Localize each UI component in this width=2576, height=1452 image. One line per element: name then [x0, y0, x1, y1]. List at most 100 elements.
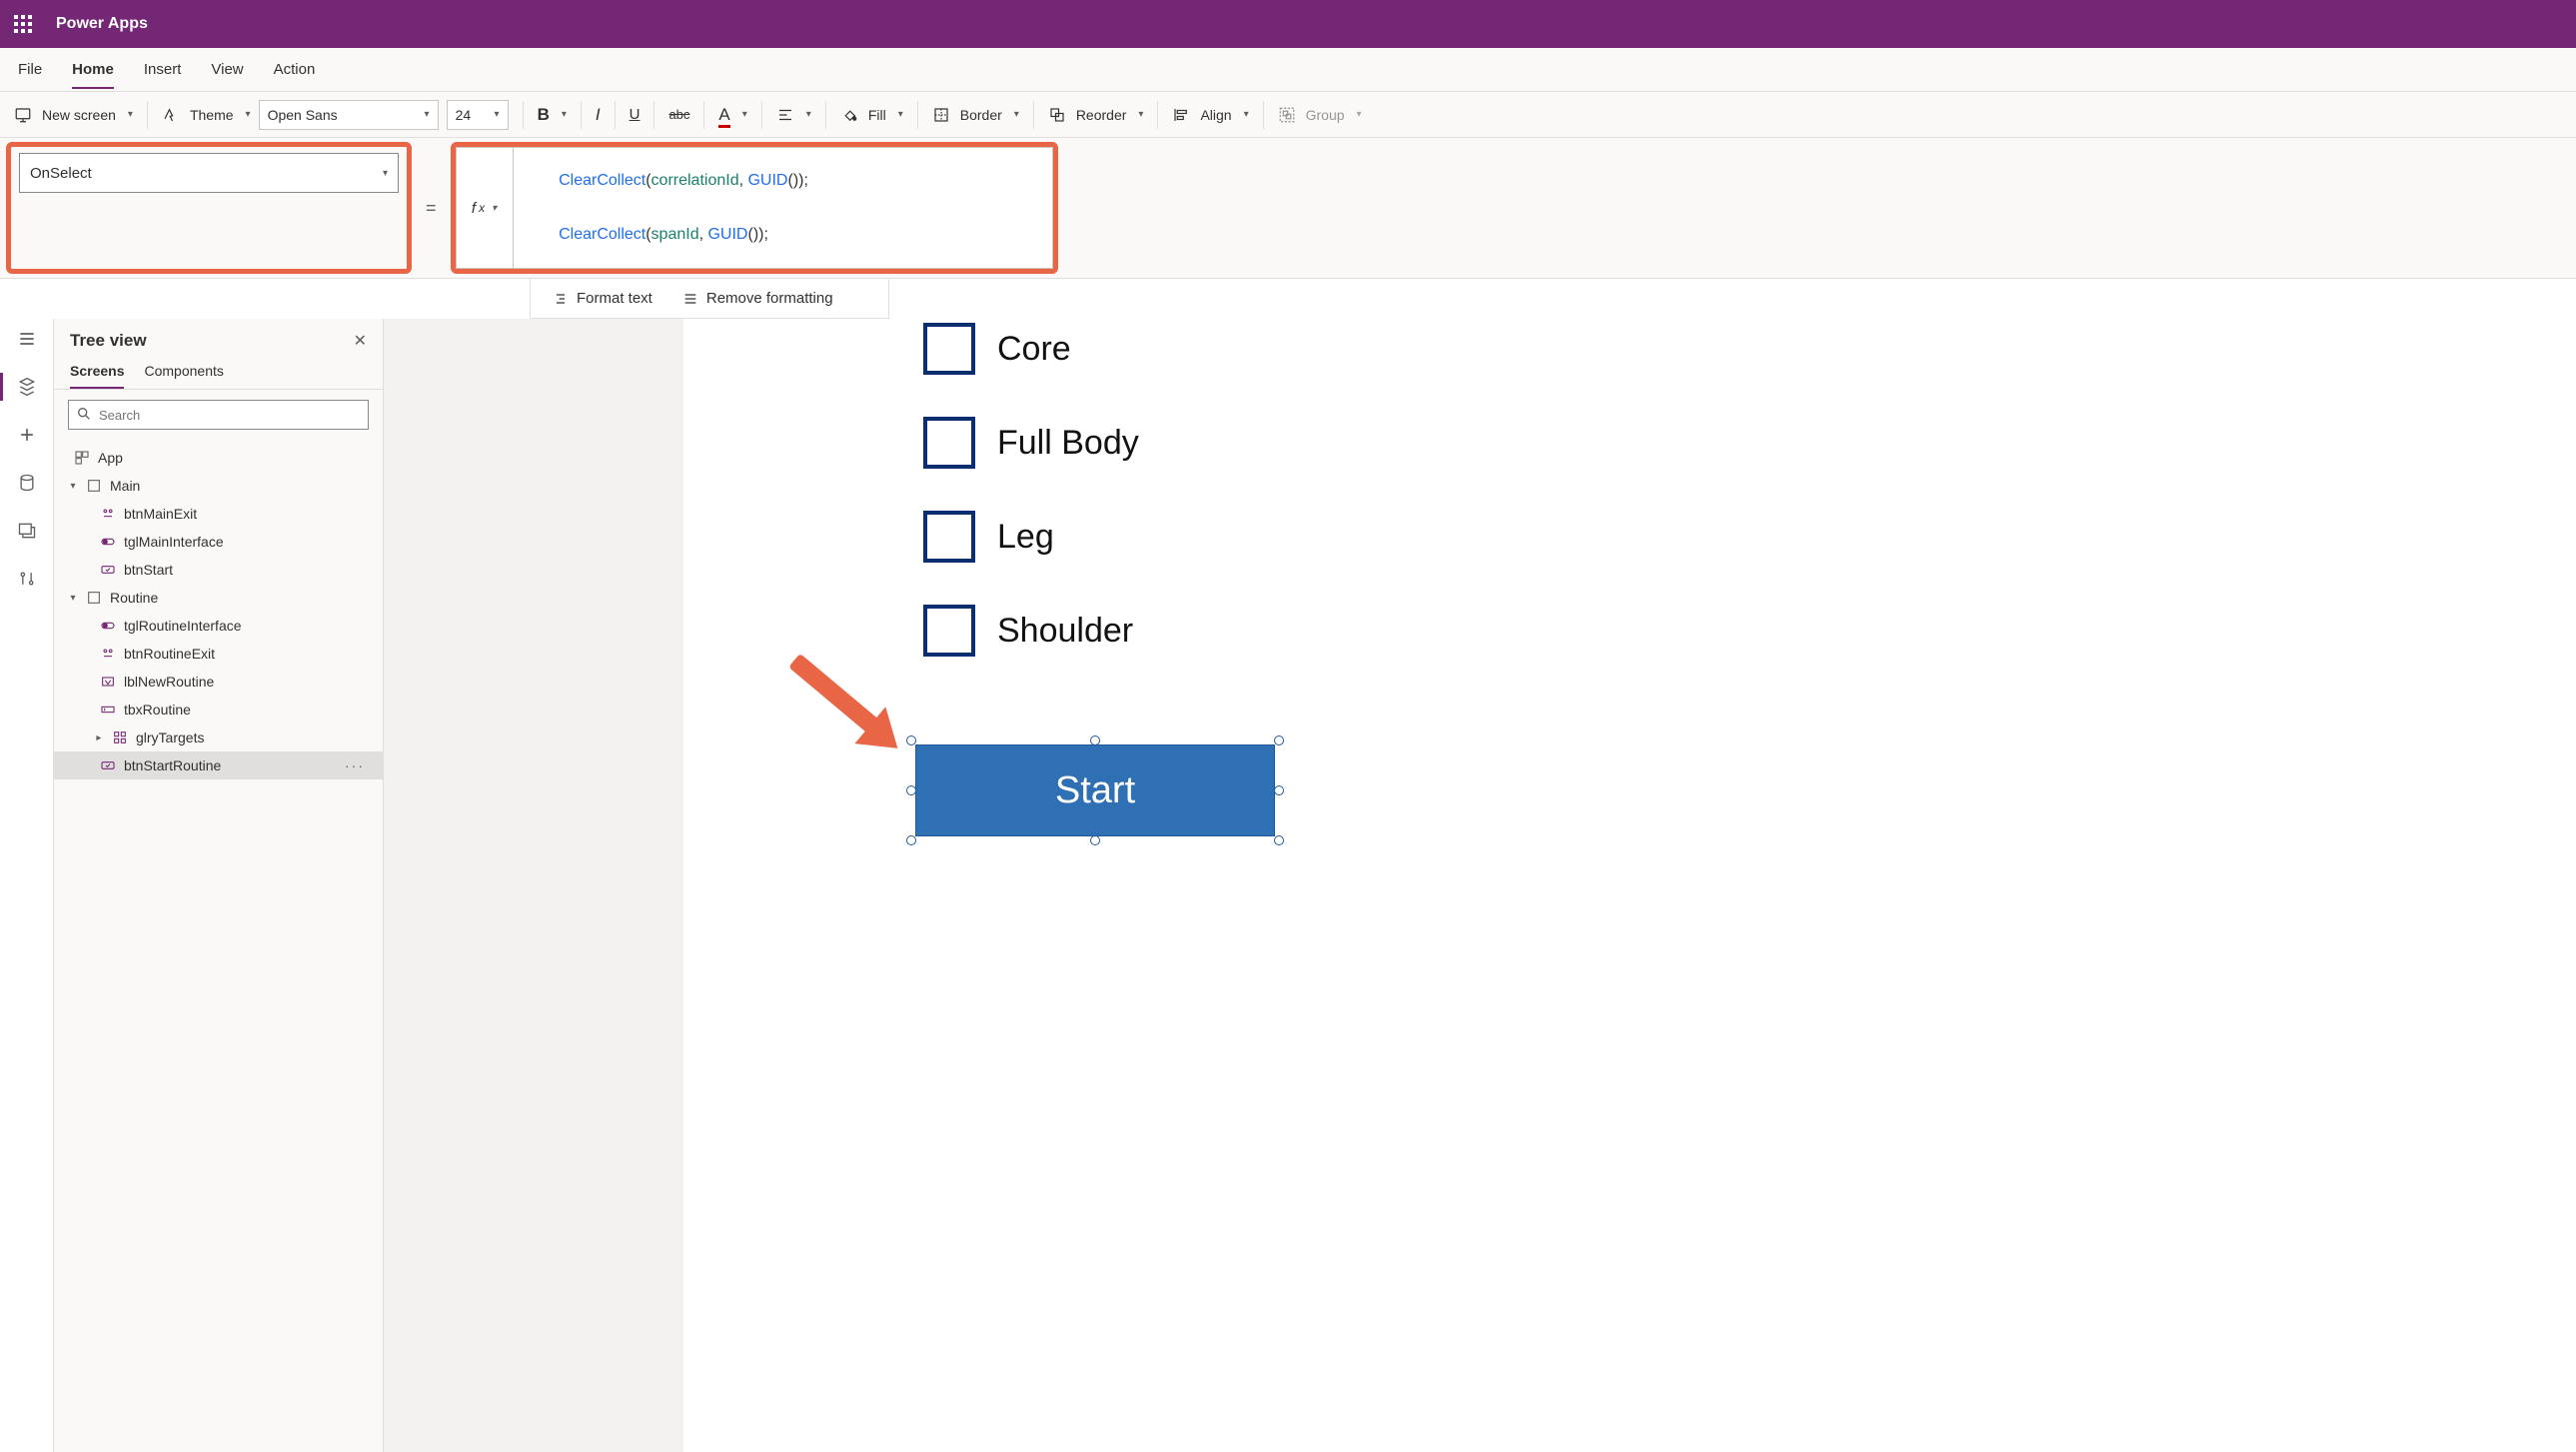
tree-node[interactable]: lblNewRoutine	[54, 668, 383, 696]
highlight-formula: fx▾ ClearCollect(correlationId, GUID());…	[451, 142, 1058, 274]
theme-button[interactable]: Theme ▾	[162, 106, 251, 124]
chevron-down-icon: ▾	[68, 593, 78, 604]
app-icon	[74, 450, 90, 466]
tree-node[interactable]: tbxRoutine	[54, 696, 383, 724]
close-icon[interactable]: ✕	[354, 331, 367, 351]
search-icon	[76, 406, 92, 425]
underline-button[interactable]: U	[630, 106, 641, 123]
start-button-selection[interactable]: Start	[915, 744, 1275, 836]
format-text-button[interactable]: Format text	[553, 290, 652, 307]
label-icon	[100, 674, 116, 690]
border-button[interactable]: Border▾	[932, 106, 1019, 124]
tree-node[interactable]: ▾ glryTargets	[54, 724, 383, 751]
toggle-icon	[100, 534, 116, 550]
tree-node-app[interactable]: App	[54, 444, 383, 472]
waffle-icon[interactable]	[14, 15, 32, 33]
tree-node-screen-routine[interactable]: ▾ Routine	[54, 584, 383, 612]
align-button[interactable]: Align▾	[1172, 106, 1248, 124]
new-screen-button[interactable]: New screen ▾	[14, 106, 133, 124]
annotation-arrow	[788, 654, 884, 737]
border-icon	[932, 106, 950, 124]
equals-label: =	[418, 138, 445, 278]
tree-view-title: Tree view	[70, 331, 147, 351]
chevron-down-icon: ▾	[246, 109, 251, 120]
formula-format-bar: Format text Remove formatting	[530, 279, 889, 319]
button-icon	[100, 757, 116, 773]
screen-icon	[86, 590, 102, 606]
align-icon	[776, 106, 794, 124]
chevron-down-icon: ▾	[425, 109, 430, 120]
menubar: File Home Insert View Action	[0, 48, 2576, 92]
selection-handles[interactable]	[911, 740, 1279, 840]
gallery-icon	[112, 729, 128, 745]
property-selector[interactable]: OnSelect ▾	[19, 153, 399, 193]
tree-list: App ▾ Main btnMainExit tglMainInterface …	[54, 440, 383, 1452]
menu-home[interactable]: Home	[72, 61, 114, 78]
checkbox-icon[interactable]	[923, 323, 975, 375]
titlebar: Power Apps	[0, 0, 2576, 48]
more-icon[interactable]: ···	[345, 757, 373, 773]
menu-insert[interactable]: Insert	[144, 61, 182, 78]
strike-button[interactable]: abc	[668, 107, 689, 122]
tab-components[interactable]: Components	[144, 355, 223, 389]
app-title: Power Apps	[56, 15, 148, 33]
formula-editor[interactable]: ClearCollect(correlationId, GUID()); Cle…	[514, 147, 1053, 269]
rail-tree-view[interactable]	[17, 377, 37, 397]
tree-node[interactable]: tglMainInterface	[54, 528, 383, 556]
checkbox-full-body[interactable]: Full Body	[923, 417, 1139, 469]
checkbox-icon[interactable]	[923, 417, 975, 469]
align-objects-icon	[1172, 106, 1190, 124]
group-button[interactable]: Group▾	[1278, 106, 1362, 124]
highlight-property: OnSelect ▾	[6, 142, 412, 274]
rail-hamburger[interactable]	[17, 329, 37, 349]
checkbox-icon[interactable]	[923, 605, 975, 657]
theme-icon	[162, 106, 180, 124]
font-size-select[interactable]: 24 ▾	[447, 100, 509, 130]
group-icon	[1278, 106, 1296, 124]
chevron-down-icon: ▾	[128, 109, 133, 120]
tree-search-input[interactable]	[68, 400, 369, 430]
component-icon	[100, 506, 116, 522]
rail-advanced[interactable]	[17, 569, 37, 589]
screen-icon	[14, 106, 32, 124]
rail-media[interactable]	[17, 521, 37, 541]
workspace: Tree view ✕ Screens Components App ▾	[0, 319, 2576, 1452]
checkbox-shoulder[interactable]: Shoulder	[923, 605, 1139, 657]
tree-node-screen-main[interactable]: ▾ Main	[54, 472, 383, 500]
menu-file[interactable]: File	[18, 61, 42, 78]
reorder-button[interactable]: Reorder▾	[1048, 106, 1144, 124]
canvas[interactable]: Core Full Body Leg Shoulder Start	[683, 319, 2576, 1452]
menu-view[interactable]: View	[211, 61, 243, 78]
italic-button[interactable]: I	[596, 105, 601, 125]
fill-button[interactable]: Fill▾	[840, 106, 903, 124]
tree-node-selected[interactable]: btnStartRoutine ···	[54, 751, 383, 779]
tree-node[interactable]: btnStart	[54, 556, 383, 584]
tab-screens[interactable]: Screens	[70, 355, 124, 389]
checkbox-core[interactable]: Core	[923, 323, 1139, 375]
font-color-icon: A	[718, 105, 729, 125]
checkbox-icon[interactable]	[923, 511, 975, 563]
reorder-icon	[1048, 106, 1066, 124]
fx-button[interactable]: fx▾	[456, 147, 514, 269]
font-select[interactable]: Open Sans ▾	[259, 100, 439, 130]
align-text-button[interactable]: ▾	[776, 106, 811, 124]
chevron-down-icon: ▾	[383, 168, 388, 179]
checkbox-leg[interactable]: Leg	[923, 511, 1139, 563]
font-color-button[interactable]: A ▾	[718, 105, 746, 125]
tree-node[interactable]: tglRoutineInterface	[54, 612, 383, 640]
left-rail	[0, 319, 54, 1452]
menu-action[interactable]: Action	[274, 61, 316, 78]
rail-insert[interactable]	[17, 425, 37, 445]
screen-icon	[86, 478, 102, 494]
formula-bar: OnSelect ▾ = fx▾ ClearCollect(correlatio…	[0, 138, 2576, 279]
fill-icon	[840, 106, 858, 124]
canvas-area: Core Full Body Leg Shoulder Start	[384, 319, 2576, 1452]
toggle-icon	[100, 618, 116, 634]
tree-view-pane: Tree view ✕ Screens Components App ▾	[54, 319, 384, 1452]
bold-button[interactable]: B▾	[538, 105, 567, 125]
button-icon	[100, 562, 116, 578]
tree-node[interactable]: btnRoutineExit	[54, 640, 383, 668]
remove-formatting-button[interactable]: Remove formatting	[682, 290, 833, 307]
rail-data[interactable]	[17, 473, 37, 493]
tree-node[interactable]: btnMainExit	[54, 500, 383, 528]
